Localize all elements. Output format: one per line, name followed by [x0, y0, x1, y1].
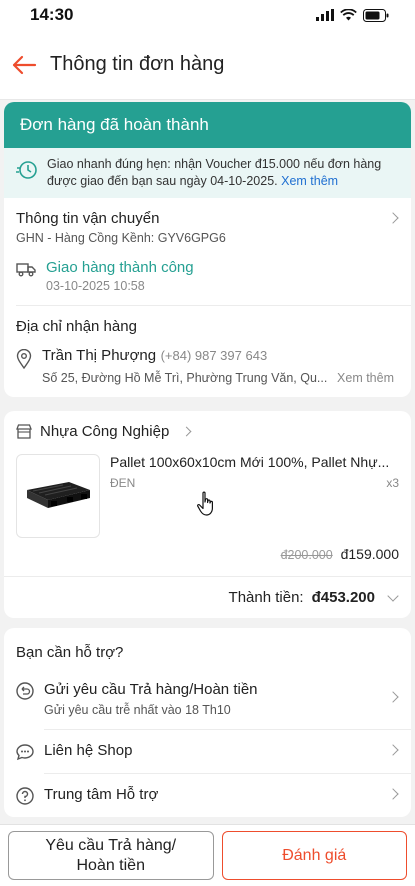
sale-price: đ159.000	[340, 546, 399, 562]
delivery-status: Giao hàng thành công	[46, 259, 194, 276]
header-bar: Thông tin đơn hàng	[0, 30, 415, 100]
shop-name: Nhựa Công Nghiệp	[40, 423, 170, 440]
chevron-down-icon	[387, 589, 399, 602]
return-icon	[16, 682, 34, 700]
original-price: đ200.000	[280, 548, 333, 562]
shipping-info[interactable]: Thông tin vận chuyển GHN - Hàng Cồng Kền…	[4, 198, 411, 305]
order-status-card: Đơn hàng đã hoàn thành Giao nhanh đúng h…	[4, 102, 411, 397]
order-total[interactable]: Thành tiền: đ453.200	[4, 576, 411, 618]
status-icons	[316, 8, 389, 22]
return-button-label-line1: Yêu cầu Trả hàng/	[45, 836, 177, 854]
return-refund-request[interactable]: Gửi yêu cầu Trả hàng/Hoàn tiền Gửi yêu c…	[4, 669, 411, 729]
location-pin-icon	[16, 349, 32, 369]
status-time: 14:30	[30, 5, 74, 24]
product-quantity: x3	[386, 476, 399, 490]
shop-header[interactable]: Nhựa Công Nghiệp	[16, 423, 399, 440]
arrow-left-icon	[12, 55, 37, 74]
return-button-label-line2: Hoàn tiền	[76, 856, 145, 874]
total-value: đ453.200	[311, 589, 375, 606]
shipping-carrier: GHN - Hàng Cồng Kềnh: GYV6GPG6	[16, 231, 226, 245]
shipping-title: Thông tin vận chuyển	[16, 210, 160, 227]
address-title: Địa chỉ nhận hàng	[16, 318, 137, 335]
page-title: Thông tin đơn hàng	[50, 53, 225, 75]
signal-icon	[316, 9, 334, 21]
help-icon	[16, 787, 34, 805]
voucher-notice[interactable]: Giao nhanh đúng hẹn: nhận Voucher đ15.00…	[4, 148, 411, 198]
clock-fast-icon	[16, 161, 37, 179]
total-label: Thành tiền:	[228, 589, 304, 606]
truck-icon	[16, 263, 36, 277]
recipient-name: Trần Thị Phượng	[42, 347, 157, 364]
chevron-right-icon	[387, 744, 399, 756]
battery-icon	[363, 8, 389, 22]
contact-shop[interactable]: Liên hệ Shop	[4, 730, 411, 773]
order-status-banner: Đơn hàng đã hoàn thành	[4, 102, 411, 148]
contact-shop-label: Liên hệ Shop	[44, 742, 133, 759]
chevron-right-icon	[181, 426, 192, 437]
return-refund-deadline: Gửi yêu cầu trễ nhất vào 18 Th10	[44, 703, 231, 717]
wifi-icon	[340, 9, 357, 21]
rate-button-label: Đánh giá	[282, 846, 347, 864]
rate-button[interactable]: Đánh giá	[221, 831, 407, 880]
pallet-image	[27, 482, 90, 508]
product-price: đ200.000 đ159.000	[16, 546, 399, 562]
chevron-right-icon	[387, 788, 399, 800]
address-line: Số 25, Đường Hồ Mễ Trì, Phường Trung Văn…	[42, 371, 328, 385]
shop-icon	[16, 424, 32, 439]
return-refund-label: Gửi yêu cầu Trả hàng/Hoàn tiền	[44, 681, 258, 698]
recipient-phone: (+84) 987 397 643	[160, 348, 268, 363]
bottom-action-bar: Yêu cầu Trả hàng/ Hoàn tiền Đánh giá	[0, 824, 415, 886]
product-variant: ĐEN	[110, 476, 136, 490]
address-more-link[interactable]: Xem thêm	[337, 371, 394, 385]
return-refund-button[interactable]: Yêu cầu Trả hàng/ Hoàn tiền	[8, 831, 214, 880]
order-status-text: Đơn hàng đã hoàn thành	[20, 115, 209, 134]
delivery-time: 03-10-2025 10:58	[46, 279, 145, 293]
chat-icon	[16, 744, 34, 761]
support-card: Bạn cần hỗ trợ? Gửi yêu cầu Trả hàng/Hoà…	[4, 628, 411, 817]
back-button[interactable]	[6, 47, 42, 83]
support-title: Bạn cần hỗ trợ?	[16, 644, 124, 661]
help-center-label: Trung tâm Hỗ trợ	[44, 786, 159, 803]
voucher-more-link[interactable]: Xem thêm	[281, 174, 338, 188]
chevron-right-icon	[387, 691, 399, 703]
product-image	[16, 454, 100, 538]
shipping-address: Địa chỉ nhận hàng Trần Thị Phượng (+84) …	[4, 306, 411, 397]
status-bar: 14:30	[0, 0, 415, 30]
product-name: Pallet 100x60x10cm Mới 100%, Pallet Nhự.…	[110, 454, 390, 470]
help-center[interactable]: Trung tâm Hỗ trợ	[4, 774, 411, 817]
hand-cursor-icon	[197, 491, 213, 516]
